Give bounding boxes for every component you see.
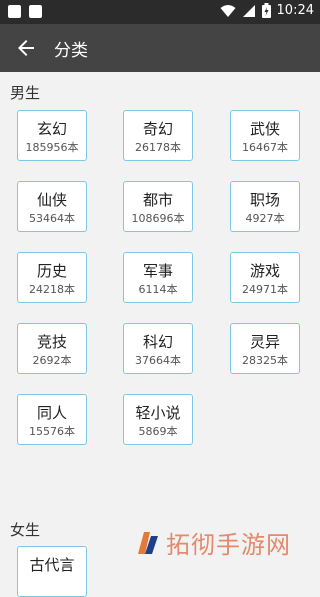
section-label-female: 女生 bbox=[10, 521, 41, 539]
category-name: 军事 bbox=[142, 262, 173, 280]
back-arrow-icon[interactable] bbox=[14, 36, 38, 60]
category-name: 同人 bbox=[36, 404, 67, 422]
category-name: 灵异 bbox=[249, 333, 280, 351]
category-count: 37664本 bbox=[135, 354, 181, 367]
battery-icon bbox=[261, 3, 271, 18]
notification-icon bbox=[8, 5, 21, 18]
category-count: 53464本 bbox=[29, 212, 75, 225]
category-count: 15576本 bbox=[29, 425, 75, 438]
category-card[interactable]: 奇幻 26178本 bbox=[123, 110, 193, 161]
category-name: 科幻 bbox=[142, 333, 173, 351]
watermark-text: 拓彻手游网 bbox=[166, 531, 291, 559]
category-count: 108696本 bbox=[131, 212, 185, 225]
category-count: 4927本 bbox=[245, 212, 285, 225]
watermark-logo-icon bbox=[138, 531, 158, 554]
page-title: 分类 bbox=[54, 41, 88, 61]
category-name: 都市 bbox=[142, 191, 173, 209]
category-card[interactable]: 轻小说 5869本 bbox=[123, 394, 193, 445]
category-name: 武侠 bbox=[249, 120, 280, 138]
category-card[interactable]: 武侠 16467本 bbox=[230, 110, 300, 161]
category-card[interactable]: 玄幻 185956本 bbox=[17, 110, 87, 161]
category-count: 16467本 bbox=[242, 141, 288, 154]
category-card[interactable]: 仙侠 53464本 bbox=[17, 181, 87, 232]
category-count: 26178本 bbox=[135, 141, 181, 154]
category-card[interactable]: 古代言 bbox=[17, 546, 87, 597]
category-card[interactable]: 科幻 37664本 bbox=[123, 323, 193, 374]
category-card[interactable]: 历史 24218本 bbox=[17, 252, 87, 303]
category-card[interactable]: 竞技 2692本 bbox=[17, 323, 87, 374]
category-card[interactable]: 灵异 28325本 bbox=[230, 323, 300, 374]
category-count: 185956本 bbox=[25, 141, 79, 154]
category-name: 竞技 bbox=[36, 333, 67, 351]
category-card[interactable]: 职场 4927本 bbox=[230, 181, 300, 232]
category-count: 6114本 bbox=[138, 283, 178, 296]
category-name: 奇幻 bbox=[142, 120, 173, 138]
status-bar: 10:24 bbox=[0, 0, 320, 24]
category-name: 古代言 bbox=[29, 556, 75, 574]
wifi-icon bbox=[220, 4, 236, 17]
toolbar: 分类 bbox=[0, 24, 320, 72]
section-label-male: 男生 bbox=[10, 84, 41, 102]
category-card[interactable]: 同人 15576本 bbox=[17, 394, 87, 445]
notification-icon bbox=[29, 5, 42, 18]
category-count: 2692本 bbox=[32, 354, 72, 367]
watermark: 拓彻手游网 bbox=[134, 525, 291, 560]
category-name: 游戏 bbox=[249, 262, 280, 280]
category-name: 轻小说 bbox=[135, 404, 181, 422]
category-card[interactable]: 都市 108696本 bbox=[123, 181, 193, 232]
category-name: 仙侠 bbox=[36, 191, 67, 209]
category-count: 24218本 bbox=[29, 283, 75, 296]
category-count: 28325本 bbox=[242, 354, 288, 367]
clock: 10:24 bbox=[276, 3, 314, 18]
category-card[interactable]: 军事 6114本 bbox=[123, 252, 193, 303]
signal-icon bbox=[242, 4, 255, 17]
category-count: 24971本 bbox=[242, 283, 288, 296]
category-name: 历史 bbox=[36, 262, 67, 280]
category-count: 5869本 bbox=[138, 425, 178, 438]
category-card[interactable]: 游戏 24971本 bbox=[230, 252, 300, 303]
category-name: 玄幻 bbox=[36, 120, 67, 138]
category-name: 职场 bbox=[249, 191, 280, 209]
